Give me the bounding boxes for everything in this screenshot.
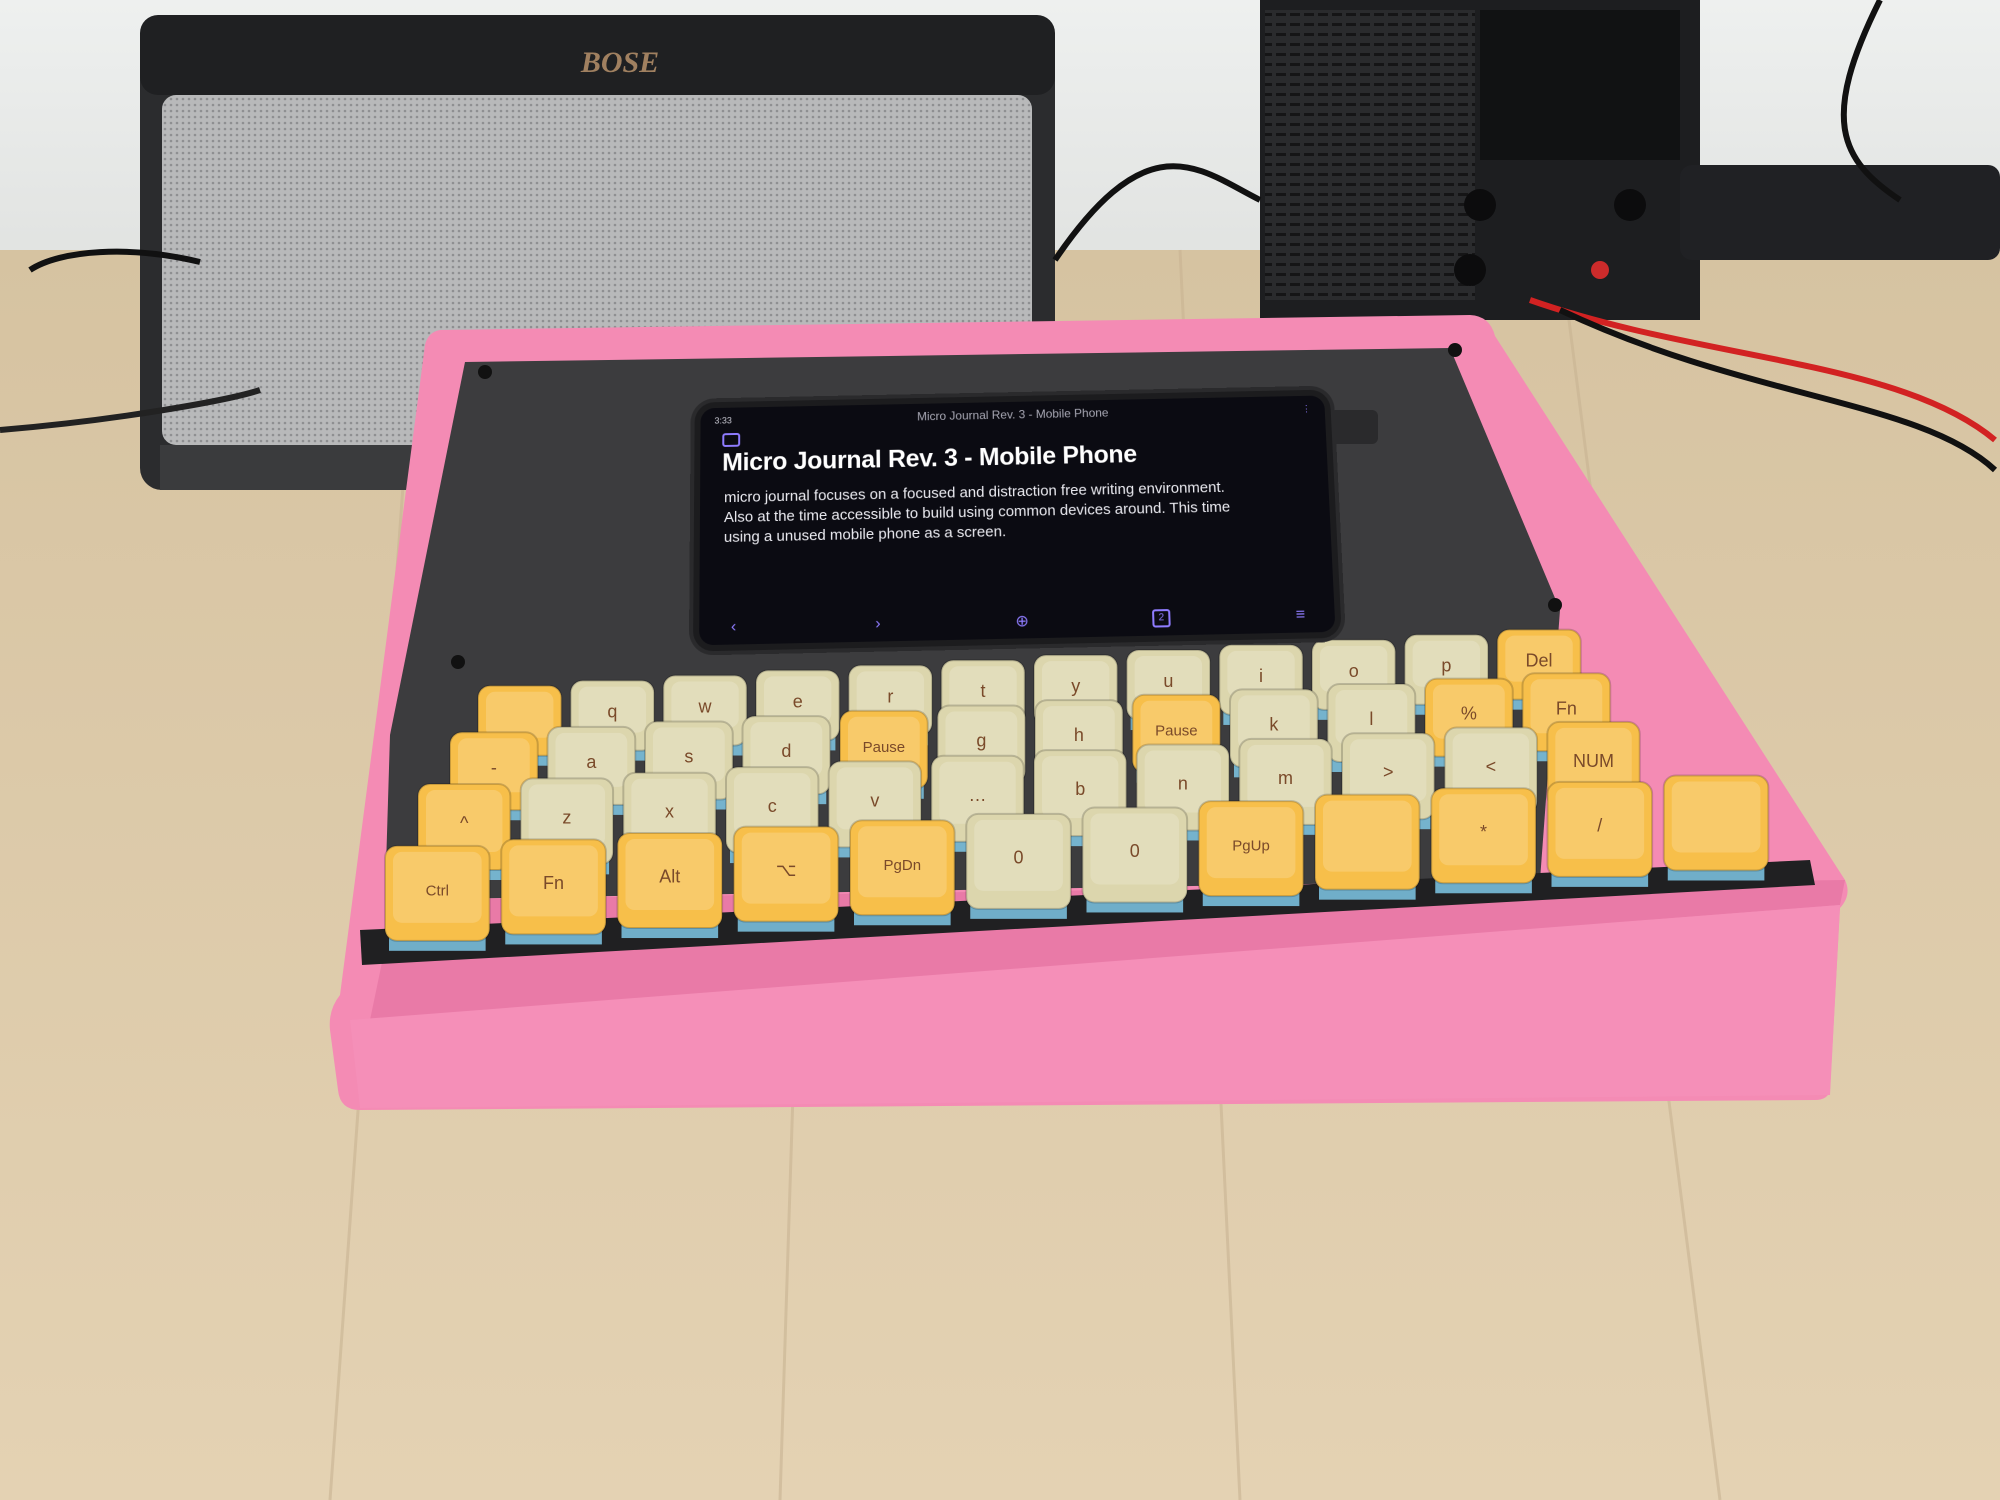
- app-title: Micro Journal Rev. 3 - Mobile Phone: [916, 405, 1109, 424]
- keycap[interactable]: *: [1430, 787, 1537, 894]
- keycap-legend: /: [1597, 815, 1602, 835]
- phone-screen: 3:33 Micro Journal Rev. 3 - Mobile Phone…: [699, 395, 1336, 646]
- keycap-legend: >: [1383, 762, 1394, 782]
- keycap-legend: t: [981, 681, 986, 701]
- keycap-legend: w: [698, 697, 713, 717]
- keycap-legend: Alt: [659, 867, 680, 887]
- keycap-legend: *: [1480, 822, 1487, 842]
- keycap-legend: u: [1163, 671, 1173, 691]
- keycap-legend: i: [1259, 666, 1263, 686]
- keycap-legend: p: [1441, 656, 1451, 676]
- document-title: Micro Journal Rev. 3 - Mobile Phone: [722, 440, 1138, 477]
- keycap-legend: a: [586, 752, 597, 772]
- keycap-legend: g: [976, 730, 986, 750]
- keycap-legend: Del: [1526, 651, 1553, 671]
- back-button[interactable]: ‹: [719, 618, 747, 637]
- keycap[interactable]: [1314, 793, 1421, 900]
- keycap[interactable]: ⌥: [732, 825, 840, 932]
- keycap-legend: d: [781, 741, 791, 761]
- forward-button[interactable]: ›: [864, 615, 892, 634]
- keycap-legend: Fn: [1556, 698, 1577, 718]
- document-body[interactable]: micro journal focuses on a focused and d…: [724, 478, 1245, 548]
- keycap-legend: %: [1461, 704, 1477, 724]
- overflow-menu-icon[interactable]: ⋮: [1271, 403, 1311, 415]
- keycap-top: [1323, 800, 1412, 872]
- keycap-top: [1671, 781, 1761, 853]
- menu-button[interactable]: ≡: [1286, 606, 1315, 625]
- keycap-legend: s: [684, 747, 693, 767]
- keycap-legend: l: [1369, 709, 1373, 729]
- keycap-legend: x: [665, 802, 674, 822]
- bottom-toolbar: ‹ › ⊕ 2 ≡: [719, 604, 1315, 639]
- keycap[interactable]: /: [1546, 780, 1654, 887]
- keycap[interactable]: 0: [1081, 806, 1189, 913]
- keycap-legend: q: [607, 702, 617, 722]
- photo-scene: q w e r t y u i o p Del - a s d Pause g h Pause k l% Fn ^ z x c v ……: [0, 0, 2000, 1500]
- keycap-legend: …: [969, 785, 987, 805]
- tabs-button[interactable]: 2: [1151, 609, 1171, 628]
- keycap[interactable]: PgUp: [1197, 800, 1305, 907]
- status-time: 3:33: [714, 415, 732, 426]
- add-button[interactable]: ⊕: [1008, 611, 1037, 632]
- keycap-legend: v: [870, 790, 879, 810]
- bench-power-supply: [1260, 0, 1700, 320]
- keycap-legend: e: [793, 691, 803, 711]
- keycap[interactable]: 0: [965, 812, 1072, 919]
- keycap-legend: Ctrl: [426, 882, 449, 899]
- keycap-legend: c: [768, 796, 777, 816]
- keycap-legend: n: [1178, 773, 1188, 793]
- keycap[interactable]: Ctrl: [384, 844, 491, 951]
- keycap-legend: -: [491, 757, 497, 777]
- keycap[interactable]: Fn: [500, 838, 607, 945]
- keycap-legend: ^: [460, 813, 469, 833]
- keycap-legend: h: [1074, 725, 1084, 745]
- keycap-legend: y: [1071, 676, 1080, 696]
- keycap-legend: Pause: [863, 739, 906, 756]
- keycap-legend: b: [1075, 779, 1085, 799]
- power-strip: [1680, 165, 2000, 260]
- keycap[interactable]: Alt: [616, 832, 724, 939]
- keycap-legend: 0: [1130, 841, 1140, 861]
- speaker-brand-logo: BOSE: [580, 46, 659, 79]
- keycap[interactable]: PgDn: [849, 819, 956, 926]
- keycap-legend: 0: [1014, 847, 1024, 867]
- keycap[interactable]: [1662, 774, 1770, 881]
- keycap-legend: r: [887, 686, 893, 706]
- keycap-legend: PgDn: [884, 857, 922, 874]
- sidebar-toggle-icon[interactable]: [722, 432, 741, 448]
- keycap-legend: z: [562, 807, 571, 827]
- keycap-legend: <: [1486, 757, 1497, 777]
- status-bar: 3:33 Micro Journal Rev. 3 - Mobile Phone…: [714, 402, 1311, 428]
- keycap-legend: NUM: [1573, 751, 1614, 771]
- keycap-legend: ⌥: [776, 860, 797, 880]
- keycap-legend: Pause: [1155, 723, 1198, 740]
- keycap-legend: Fn: [543, 873, 564, 893]
- keycap-legend: PgUp: [1232, 838, 1270, 855]
- keycap-top: [486, 691, 554, 738]
- keycap-legend: k: [1269, 714, 1279, 734]
- keycap-legend: o: [1349, 661, 1359, 681]
- keycap-legend: m: [1278, 768, 1293, 788]
